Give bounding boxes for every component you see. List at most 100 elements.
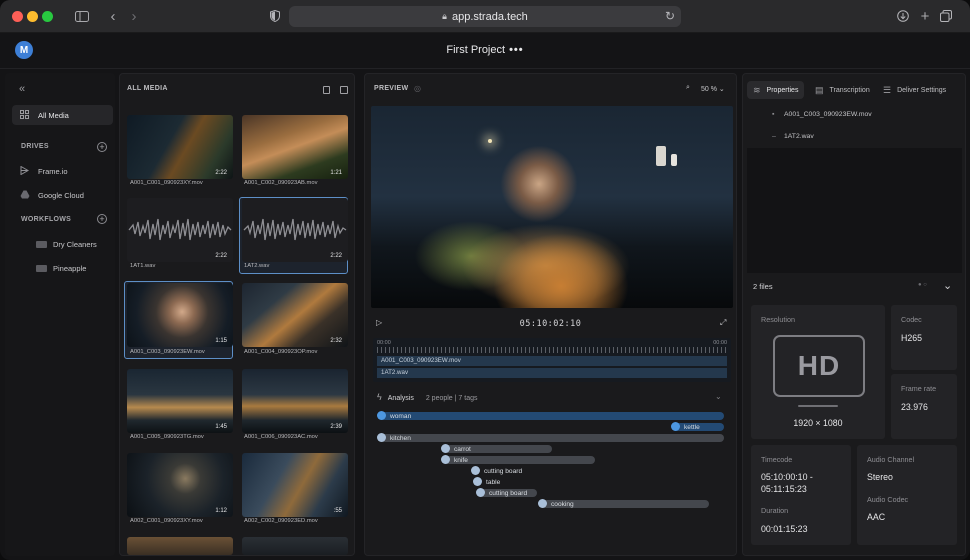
back-icon[interactable]: ‹: [107, 8, 119, 25]
preview-timecode: 05:10:02:10: [519, 319, 582, 329]
resolution-card: Resolution HD 1920 × 1080: [751, 305, 885, 439]
split-view-icon[interactable]: [340, 86, 348, 94]
tab-overview-icon[interactable]: [939, 8, 953, 24]
media-thumbnail[interactable]: 2:32: [242, 283, 348, 347]
zoom-icon[interactable]: ⌕: [686, 84, 690, 92]
sidebar-item-all-media[interactable]: All Media: [12, 105, 113, 125]
timeline-clip-video[interactable]: A001_C003_090923EW.mov: [377, 356, 727, 366]
file-row[interactable]: ▪ A001_C003_090923EW.mov: [772, 111, 872, 118]
sidebar-item-google-cloud[interactable]: Google Cloud: [12, 185, 113, 205]
media-panel: ALL MEDIA 2:22 A001_C001_090923XY.mov 1:…: [119, 73, 355, 556]
properties-panel: ≋ Properties ▤ Transcription ☰ Deliver Sett…: [742, 73, 966, 556]
zoom-window-button[interactable]: [42, 11, 53, 22]
duration-value: 00:01:15:23: [761, 524, 808, 534]
resolution-value: 1920 × 1080: [793, 418, 843, 428]
media-thumbnail[interactable]: 1:45: [127, 369, 233, 433]
tag-dot: [671, 422, 680, 431]
app-header: M First Project •••: [0, 33, 970, 69]
add-drive-button[interactable]: +: [97, 142, 107, 152]
analysis-meta: 2 people | 7 tags: [425, 395, 478, 402]
duration-label: 1:12: [215, 508, 227, 514]
jar-prop: [671, 154, 677, 166]
tab-deliver-settings[interactable]: ☰ Deliver Settings: [877, 81, 952, 99]
properties-preview-area: [747, 148, 962, 273]
tag-dot: [476, 488, 485, 497]
reload-icon[interactable]: ↻: [665, 9, 675, 23]
zoom-level[interactable]: 50 % ⌄: [701, 85, 725, 93]
timeline[interactable]: 00:00 00:00 A001_C003_090923EW.mov 1AT2.…: [373, 338, 731, 382]
audio-card: Audio Channel Stereo Audio Codec AAC: [857, 445, 957, 545]
minimize-window-button[interactable]: [27, 11, 38, 22]
toggle-icons[interactable]: ● ○: [918, 282, 927, 288]
tag-cutting-board-2[interactable]: cutting board: [476, 488, 537, 497]
zoom-value: 50 %: [701, 86, 717, 93]
tag-carrot[interactable]: carrot: [441, 444, 552, 453]
tag-kitchen[interactable]: kitchen: [377, 433, 724, 442]
timeline-clip-audio[interactable]: 1AT2.wav: [377, 368, 727, 378]
analysis-header[interactable]: ϟ Analysis 2 people | 7 tags: [377, 392, 477, 402]
media-thumbnail[interactable]: 2:22: [127, 115, 233, 179]
sidebar-item-pineapple[interactable]: Pineapple: [12, 258, 113, 278]
video-frame[interactable]: [371, 106, 733, 308]
sidebar: « All Media DRIVES + Frame.io Google Clo…: [5, 73, 115, 556]
sidebar-item-dry-cleaners[interactable]: Dry Cleaners: [12, 234, 113, 254]
project-more-button[interactable]: •••: [509, 44, 524, 56]
grid-icon: [20, 109, 34, 121]
media-filename: 1AT1.wav: [130, 263, 156, 269]
media-filename: A001_C004_090923OP.mov: [244, 349, 318, 355]
tag-cooking[interactable]: cooking: [538, 499, 709, 508]
media-thumbnail[interactable]: 1:12: [127, 453, 233, 517]
address-bar[interactable]: 🔒︎ app.strada.tech ↻: [289, 6, 681, 27]
media-thumbnail[interactable]: 1:21: [242, 115, 348, 179]
shield-icon[interactable]: [268, 8, 282, 24]
media-thumbnail[interactable]: [127, 537, 233, 555]
media-thumbnail[interactable]: [242, 537, 348, 555]
single-view-icon[interactable]: [323, 86, 330, 94]
fullscreen-icon[interactable]: ⤢: [720, 318, 726, 328]
tag-table[interactable]: table: [473, 477, 534, 486]
chevron-down-icon[interactable]: ⌄: [715, 392, 722, 401]
media-thumbnail[interactable]: 1:15: [127, 283, 233, 347]
hd-icon: HD: [773, 335, 865, 397]
tab-properties[interactable]: ≋ Properties: [747, 81, 805, 99]
chevron-down-icon[interactable]: ⌄: [943, 279, 952, 292]
forward-icon[interactable]: ›: [128, 8, 140, 25]
url-text: app.strada.tech: [451, 10, 528, 23]
project-title[interactable]: First Project •••: [0, 44, 970, 56]
media-thumbnail[interactable]: :55: [242, 453, 348, 517]
tag-woman[interactable]: woman: [377, 411, 724, 420]
duration-label: 2:39: [330, 424, 342, 430]
downloads-icon[interactable]: [896, 8, 910, 24]
tag-cutting-board[interactable]: cutting board: [471, 466, 552, 475]
tag-dot: [471, 466, 480, 475]
analysis-label: Analysis: [387, 395, 414, 402]
sidebar-toggle-icon[interactable]: [74, 8, 90, 24]
duration-label: 1:15: [215, 338, 227, 344]
media-thumbnail[interactable]: 2:39: [242, 369, 348, 433]
folder-icon: [36, 240, 47, 248]
audio-codec-label: Audio Codec: [867, 495, 909, 504]
collapse-sidebar-icon[interactable]: «: [19, 83, 25, 95]
new-tab-icon[interactable]: +: [918, 8, 932, 25]
media-filename: A001_C005_090923TG.mov: [130, 434, 204, 440]
sidebar-item-frameio[interactable]: Frame.io: [12, 161, 113, 181]
sidebar-item-label: Google Cloud: [38, 190, 84, 200]
bolt-icon: ϟ: [377, 392, 382, 402]
media-panel-title: ALL MEDIA: [127, 85, 168, 92]
close-window-button[interactable]: [12, 11, 23, 22]
google-drive-icon: [20, 190, 34, 201]
file-row[interactable]: – 1AT2.wav: [772, 133, 814, 140]
eye-icon[interactable]: ◎: [414, 84, 421, 93]
audio-codec-value: AAC: [867, 512, 886, 522]
add-workflow-button[interactable]: +: [97, 214, 107, 224]
tab-transcription[interactable]: ▤ Transcription: [809, 81, 876, 99]
audio-waveform-thumbnail[interactable]: 2:22: [242, 198, 348, 262]
folder-icon: [36, 264, 47, 272]
audio-channel-value: Stereo: [867, 472, 893, 482]
tag-knife[interactable]: knife: [441, 455, 595, 464]
audio-waveform-thumbnail[interactable]: 2:22: [127, 198, 233, 262]
sidebar-item-label: All Media: [38, 110, 69, 120]
audio-file-icon: –: [772, 133, 776, 140]
timecode-label: Timecode: [761, 455, 793, 464]
tag-kettle[interactable]: kettle: [671, 422, 724, 431]
